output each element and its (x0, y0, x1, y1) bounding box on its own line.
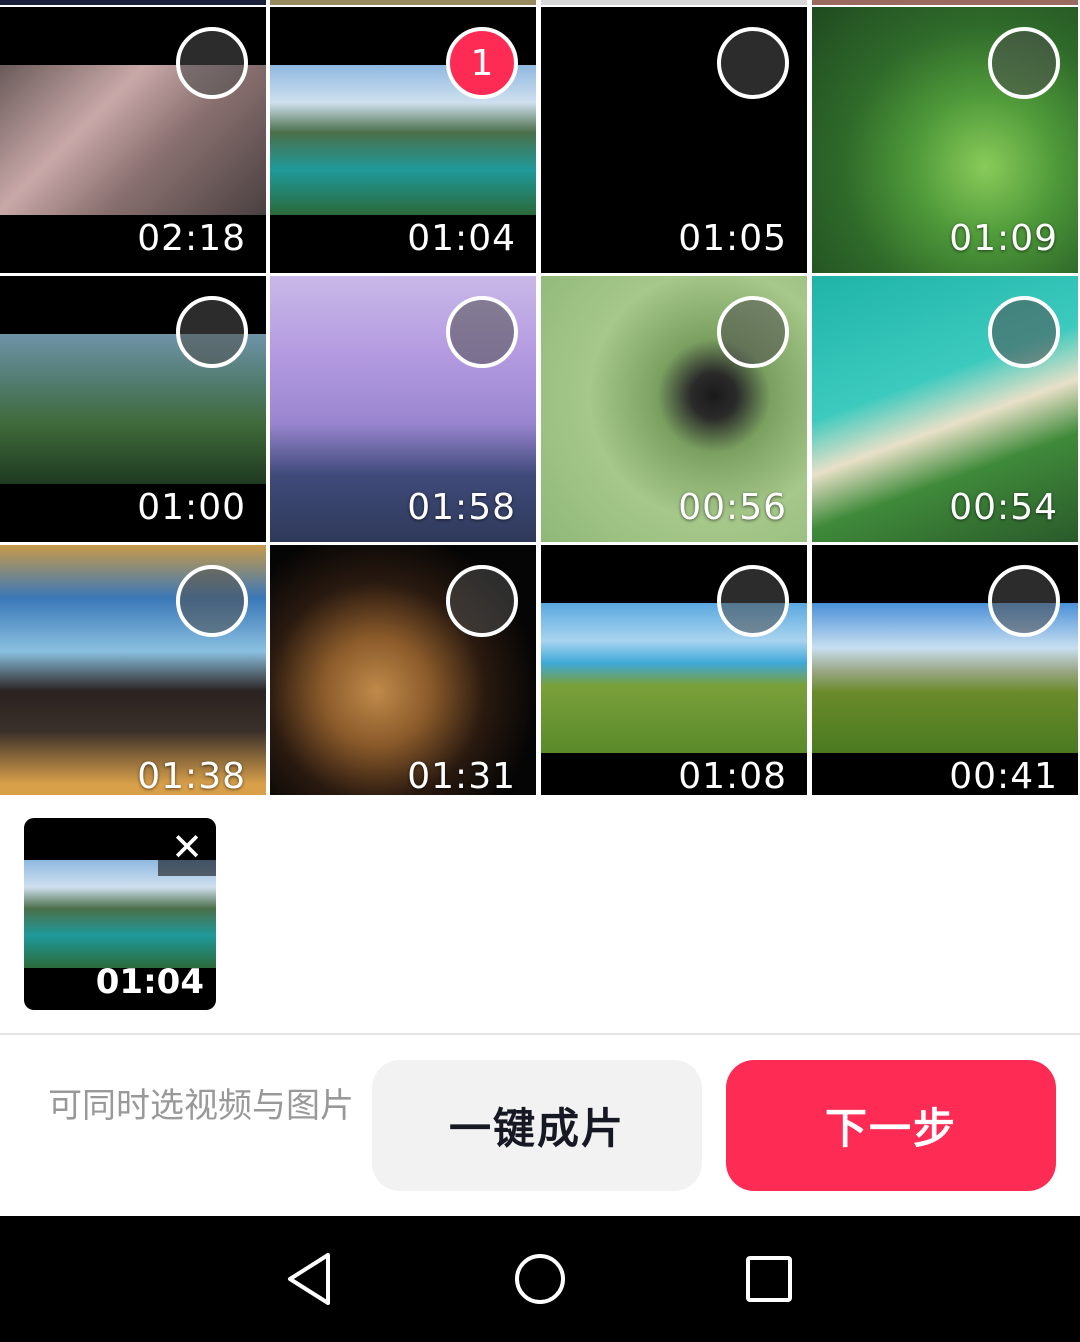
video-duration: 01:38 (137, 756, 246, 795)
select-circle[interactable] (176, 296, 248, 368)
partial-tile (812, 0, 1078, 5)
video-duration: 01:00 (137, 487, 246, 528)
home-circle-icon[interactable] (512, 1249, 568, 1309)
video-tile[interactable]: 00:41 (812, 545, 1078, 795)
video-tile[interactable]: 01:31 (270, 545, 536, 795)
recents-square-icon[interactable] (744, 1249, 794, 1309)
video-duration: 01:09 (949, 218, 1058, 259)
video-duration: 01:58 (407, 487, 516, 528)
select-circle[interactable] (988, 27, 1060, 99)
selected-video-duration: 01:04 (95, 962, 204, 1002)
back-triangle-icon[interactable] (284, 1249, 334, 1309)
select-circle[interactable] (176, 27, 248, 99)
next-step-button[interactable]: 下一步 (726, 1060, 1056, 1191)
remove-selected-button[interactable]: ✕ (158, 818, 216, 876)
action-bar: 可同时选视频与图片 一键成片 下一步 (0, 1035, 1080, 1216)
close-icon: ✕ (171, 825, 203, 869)
select-circle[interactable] (717, 296, 789, 368)
video-duration: 01:04 (407, 218, 516, 259)
selected-video-thumbnail (24, 860, 216, 968)
video-tile[interactable]: 00:56 (541, 276, 807, 542)
select-circle[interactable] (446, 565, 518, 637)
media-grid: 02:18 1 01:04 01:05 01:09 01:00 01:58 00… (0, 0, 1080, 795)
video-tile[interactable]: 01:38 (0, 545, 266, 795)
video-tile[interactable]: 01:00 (0, 276, 266, 542)
video-duration: 01:08 (678, 756, 787, 795)
select-circle[interactable] (988, 565, 1060, 637)
partial-tile (270, 0, 536, 5)
select-circle[interactable] (176, 565, 248, 637)
select-circle[interactable] (446, 296, 518, 368)
one-click-create-button[interactable]: 一键成片 (372, 1060, 702, 1191)
video-tile[interactable]: 02:18 (0, 7, 266, 273)
system-nav-bar (0, 1216, 1080, 1342)
video-duration: 02:18 (137, 218, 246, 259)
select-circle[interactable] (717, 27, 789, 99)
video-tile[interactable]: 01:08 (541, 545, 807, 795)
select-circle[interactable] (988, 296, 1060, 368)
selected-order-badge[interactable]: 1 (446, 27, 518, 99)
partial-tile (541, 0, 807, 5)
video-tile[interactable]: 1 01:04 (270, 7, 536, 273)
video-duration: 00:56 (678, 487, 787, 528)
video-tile[interactable]: 01:09 (812, 7, 1078, 273)
video-duration: 00:54 (949, 487, 1058, 528)
video-duration: 01:31 (407, 756, 516, 795)
video-tile[interactable]: 00:54 (812, 276, 1078, 542)
video-duration: 01:05 (678, 218, 787, 259)
video-duration: 00:41 (949, 756, 1058, 795)
select-circle[interactable] (717, 565, 789, 637)
video-tile[interactable]: 01:58 (270, 276, 536, 542)
selection-hint: 可同时选视频与图片 (48, 1086, 354, 1126)
video-tile[interactable]: 01:05 (541, 7, 807, 273)
partial-tile (0, 0, 266, 5)
selected-video-item[interactable]: ✕ 01:04 (24, 818, 216, 1010)
selected-tray: ✕ 01:04 (0, 795, 1080, 1035)
